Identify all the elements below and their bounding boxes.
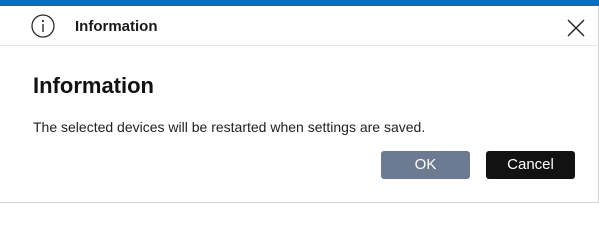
dialog-titlebar: Information xyxy=(0,6,599,46)
ok-button[interactable]: OK xyxy=(381,151,470,179)
dialog-title: Information xyxy=(75,18,158,35)
info-icon xyxy=(31,14,55,38)
dialog-heading: Information xyxy=(33,73,154,98)
close-icon xyxy=(567,19,585,37)
cancel-button[interactable]: Cancel xyxy=(486,151,575,179)
information-dialog: Information Information The selected dev… xyxy=(0,0,599,203)
close-button[interactable] xyxy=(565,17,587,39)
dialog-message: The selected devices will be restarted w… xyxy=(33,119,426,135)
